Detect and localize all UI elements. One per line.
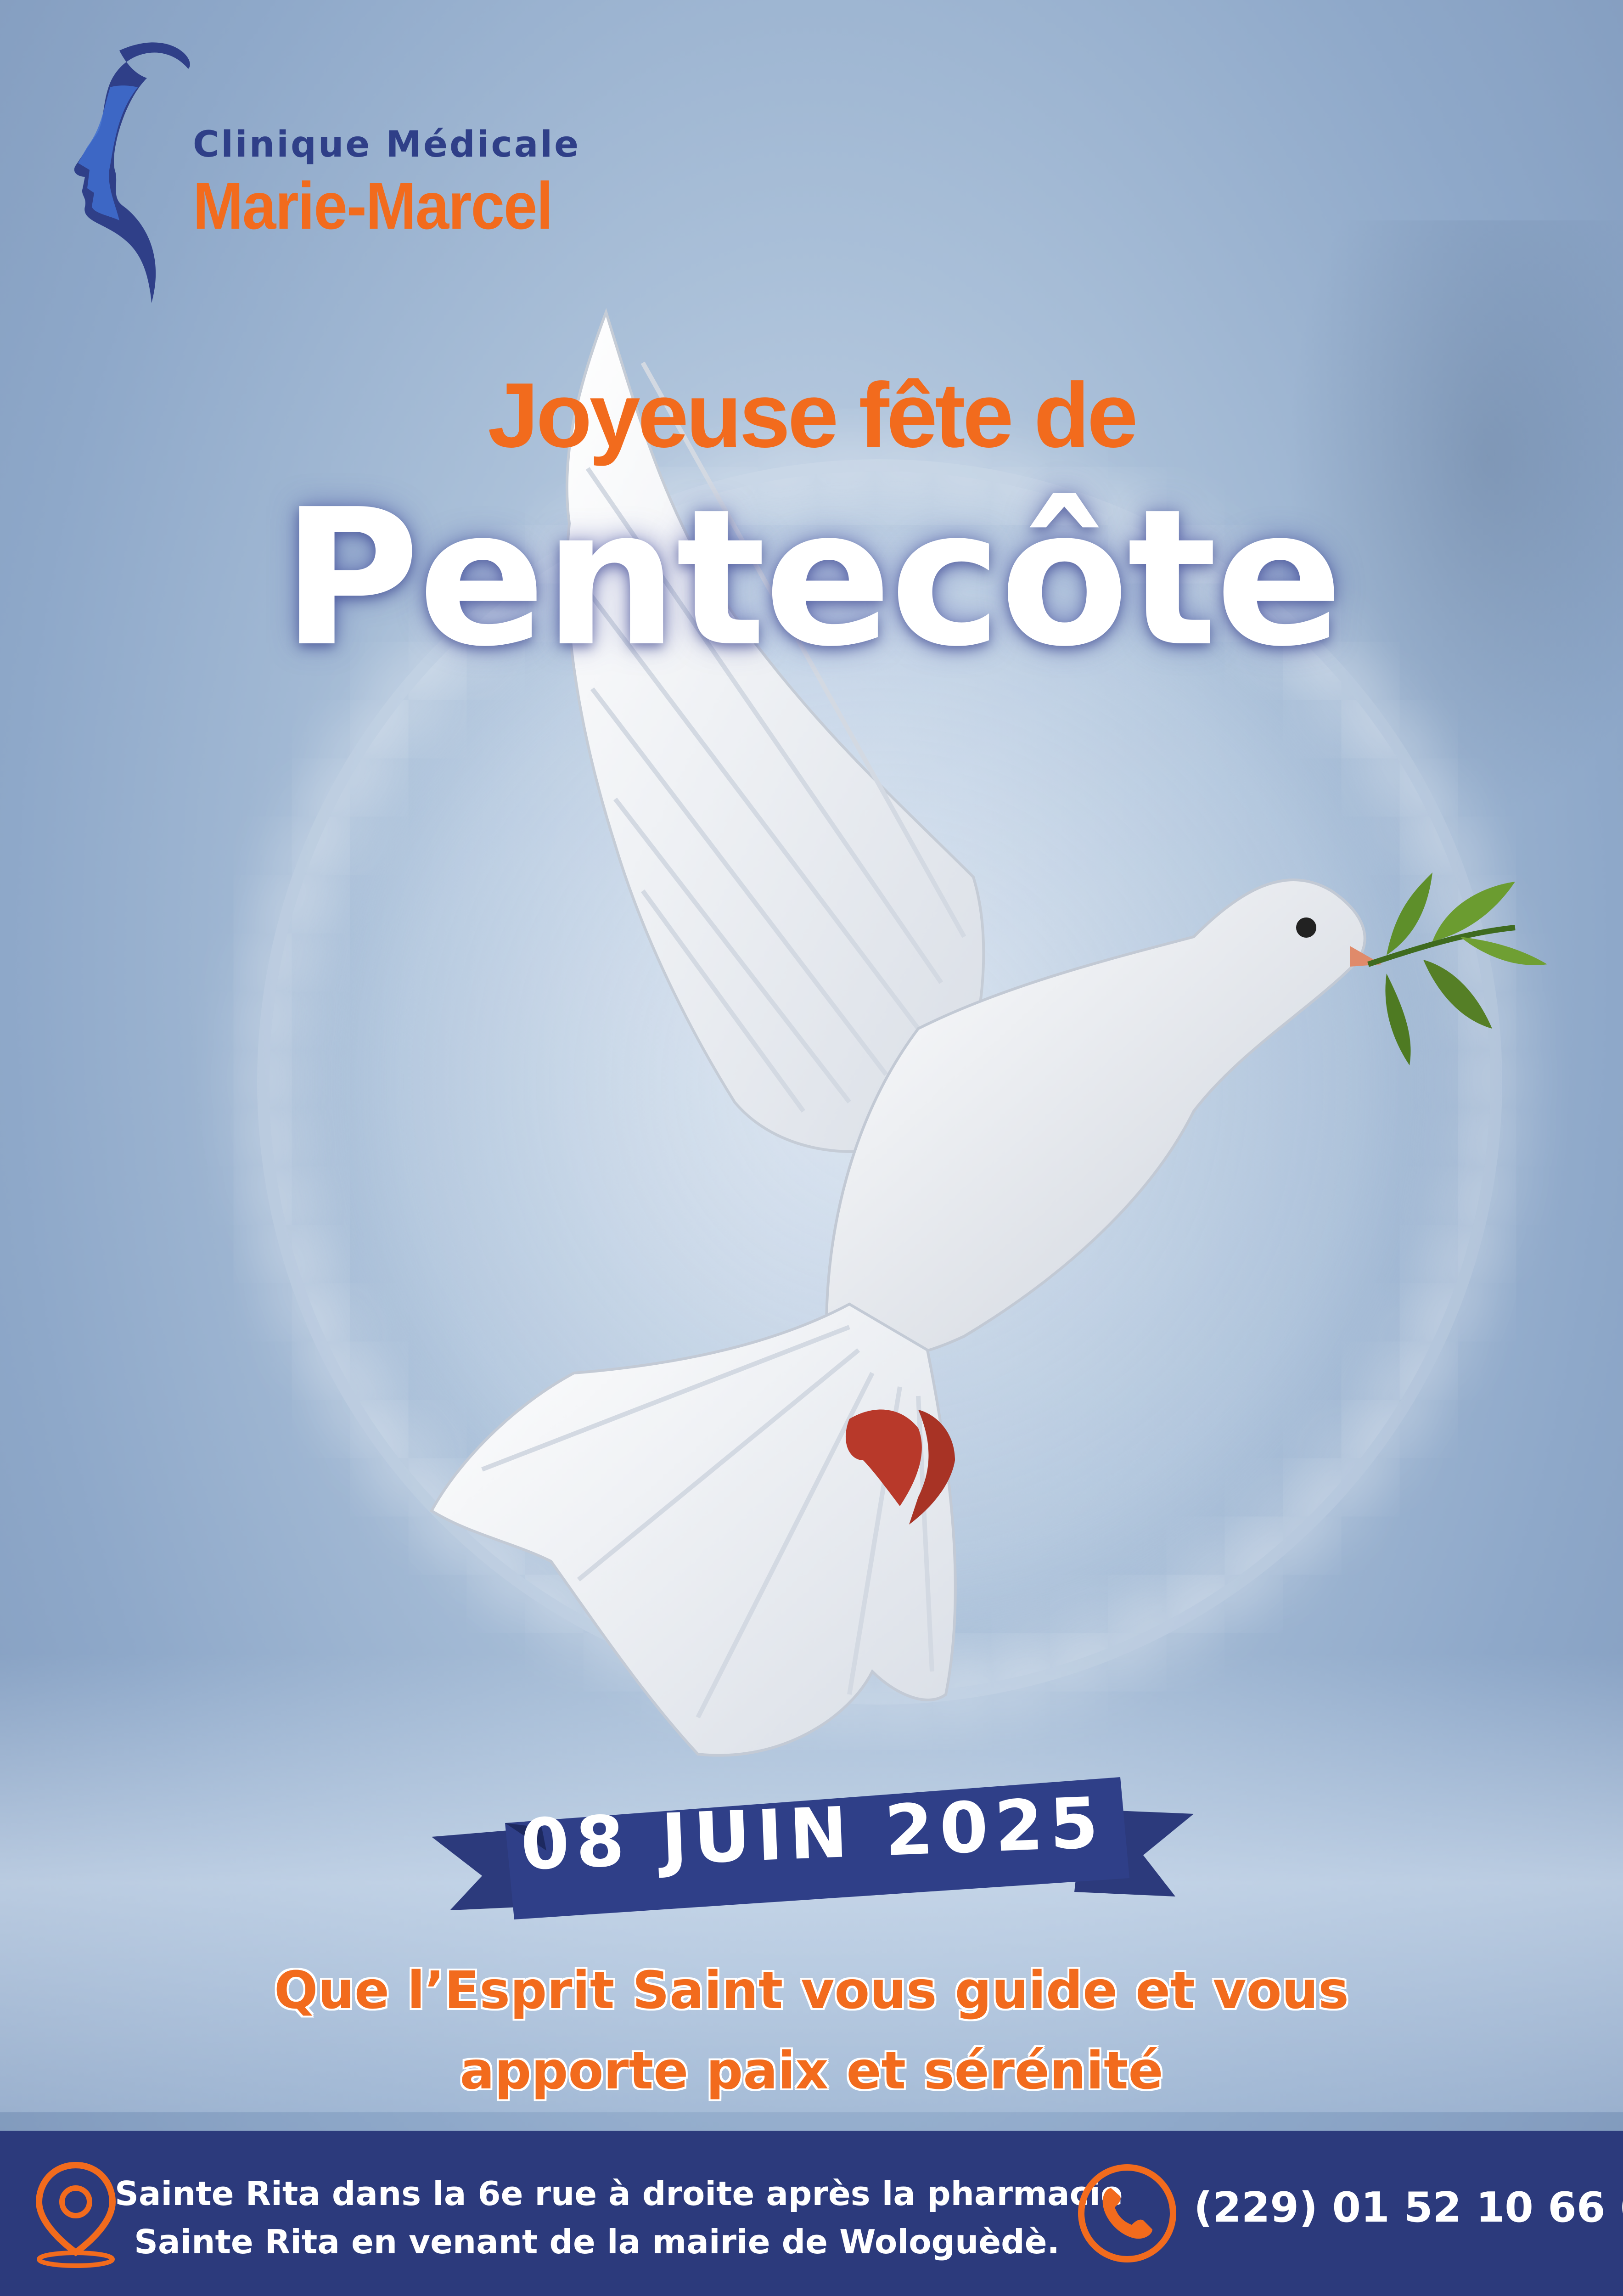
clinic-name-line2: Marie-Marcel [193,169,553,243]
address-line-2: Sainte Rita en venant de la mairie de Wo… [134,2223,1060,2261]
phone-number: (229) 01 52 10 66 66 [1194,2183,1623,2232]
blessing-line-2: apporte paix et sérénité [460,2041,1163,2101]
location-pin-icon [35,2161,116,2268]
headline-greeting: Joyeuse fête de [488,364,1138,467]
phone-icon [1078,2164,1176,2262]
poster: Clinique Médicale Marie-Marcel Joyeuse f… [0,0,1623,2296]
blessing-line-1: Que l’Esprit Saint vous guide et vous [274,1961,1349,2020]
clinic-logo-icon [74,42,190,303]
address-line-1: Sainte Rita dans la 6e rue à droite aprè… [115,2174,1123,2213]
clinic-name-line1: Clinique Médicale [193,124,581,165]
headline-title: Pentecôte [281,468,1343,688]
